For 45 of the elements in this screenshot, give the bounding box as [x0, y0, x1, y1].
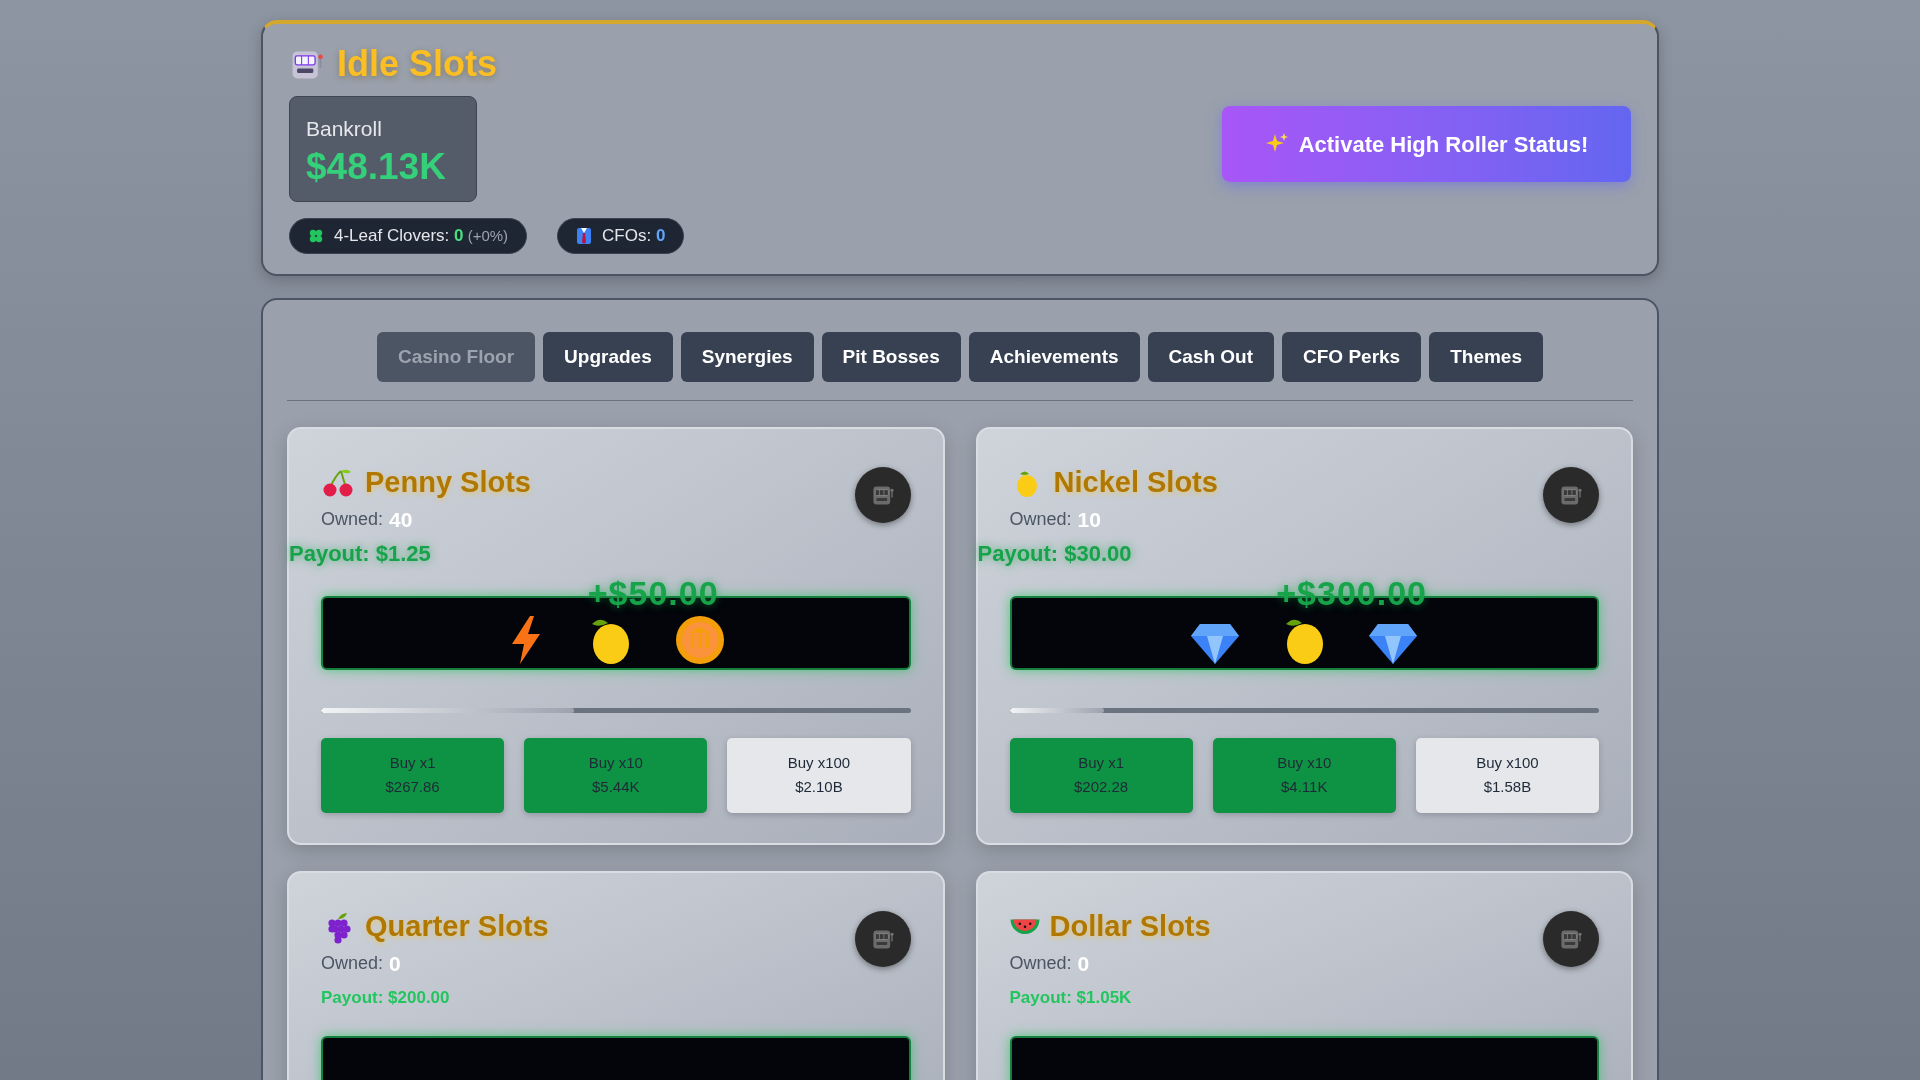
owned-count: 10 [1077, 507, 1101, 534]
buy-button[interactable]: Buy x1 $267.86 [321, 737, 505, 813]
machine-name: Dollar Slots [1049, 909, 1211, 945]
high-roller-button[interactable]: Activate High Roller Status! [1222, 106, 1631, 182]
stat-text: CFOs: 0 [602, 225, 666, 248]
payout-text: Payout: $30.00 [977, 539, 1133, 568]
buy-button[interactable]: Buy x100 $2.10B [727, 737, 911, 813]
bankroll-value: $48.13K [306, 144, 447, 189]
nav-tab[interactable]: Synergies [680, 331, 814, 382]
owned-label: Owned: [1009, 952, 1072, 976]
suit-icon [576, 226, 593, 245]
diamond-icon [1368, 621, 1419, 666]
buy-button[interactable]: Buy x10 $4.11K [1212, 737, 1396, 813]
owned-label: Owned: [321, 952, 384, 976]
nav-tab[interactable]: Achievements [968, 331, 1140, 382]
bankroll-label: Bankroll [306, 116, 383, 142]
slot-machine-button[interactable] [854, 910, 911, 967]
owned-count: 0 [389, 951, 401, 978]
machine-name: Nickel Slots [1053, 465, 1218, 501]
buy-button[interactable]: Buy x100 $1.58B [1415, 737, 1599, 813]
payout-text: Payout: $1.05K [1009, 986, 1133, 1009]
clover-icon [308, 227, 324, 244]
watermelon-icon [1009, 919, 1040, 935]
nav-tab[interactable]: Themes [1429, 331, 1543, 382]
owned-label: Owned: [321, 508, 384, 532]
machine-name: Quarter Slots [365, 909, 549, 945]
nav-tab[interactable]: Pit Bosses [821, 331, 961, 382]
machine-name: Penny Slots [365, 465, 531, 501]
nav-tab[interactable]: CFO Perks [1282, 331, 1422, 382]
slot-machine-button[interactable] [854, 466, 911, 523]
coin-icon [673, 613, 726, 666]
owned-count: 40 [389, 507, 413, 534]
nav-tab[interactable]: Upgrades [543, 331, 673, 382]
diamond-icon [1190, 621, 1241, 666]
payout-text: Payout: $200.00 [321, 986, 451, 1009]
stat-text: 4-Leaf Clovers: 0 (+0%) [334, 225, 509, 248]
owned-count: 0 [1077, 951, 1090, 978]
slot-machine-button[interactable] [1543, 910, 1599, 967]
payout-text: Payout: $1.25 [289, 539, 432, 568]
buy-button[interactable]: Buy x1 $202.28 [1009, 737, 1193, 813]
slot-machine-button[interactable] [1543, 466, 1599, 523]
owned-label: Owned: [1009, 508, 1072, 532]
app-title: Idle Slots [337, 42, 498, 86]
nav-tab[interactable]: Cash Out [1147, 331, 1275, 382]
buy-button[interactable]: Buy x10 $5.44K [524, 737, 708, 813]
